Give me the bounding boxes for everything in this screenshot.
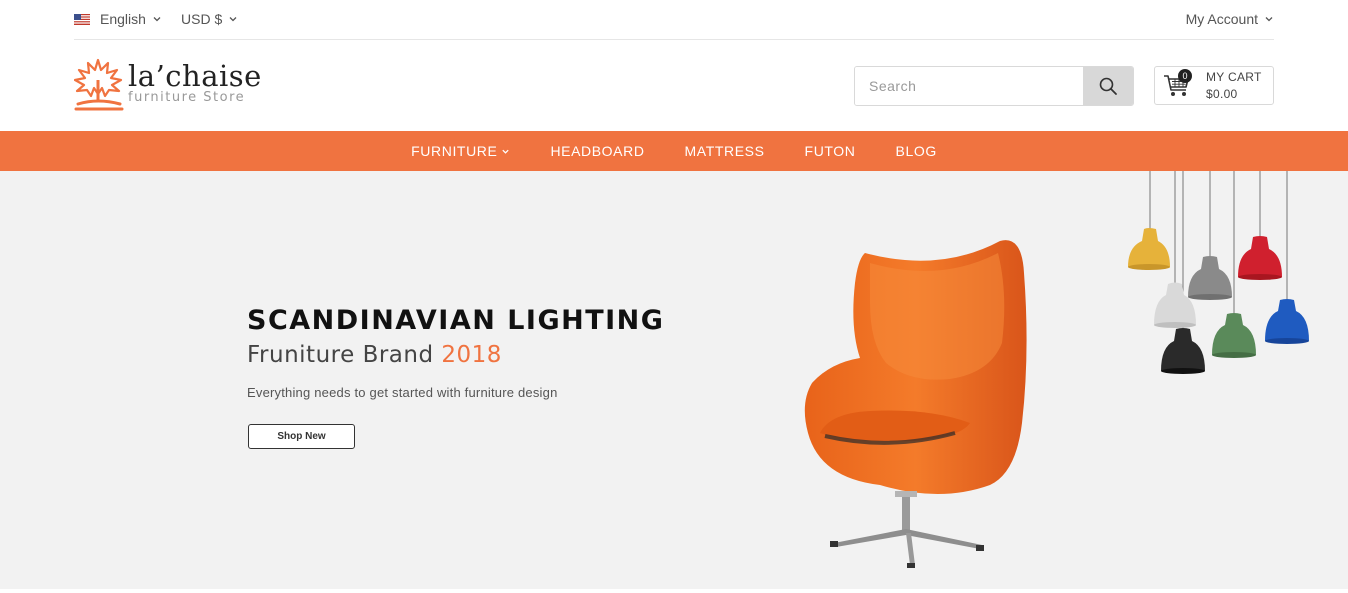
shop-new-button[interactable]: Shop New	[248, 424, 355, 449]
page-bottom-gap	[0, 589, 1348, 593]
nav-label: FURNITURE	[411, 143, 498, 159]
currency-selector[interactable]: USD $	[181, 11, 238, 27]
hero-title: SCANDINAVIAN LIGHTING	[247, 305, 665, 336]
us-flag-icon	[74, 13, 90, 25]
hero-description: Everything needs to get started with fur…	[247, 385, 558, 400]
nav-label: HEADBOARD	[550, 143, 645, 159]
main-nav: FURNITURE HEADBOARD MATTRESS FUTON BLOG	[0, 131, 1348, 171]
language-label: English	[100, 11, 146, 27]
cart-icon-wrap: 0	[1155, 67, 1199, 104]
nav-item-futon[interactable]: FUTON	[805, 143, 856, 159]
chevron-down-icon	[229, 17, 237, 22]
search-button[interactable]	[1083, 67, 1133, 105]
nav-item-mattress[interactable]: MATTRESS	[685, 143, 765, 159]
my-account-menu[interactable]: My Account	[1186, 11, 1274, 27]
nav-item-headboard[interactable]: HEADBOARD	[550, 143, 644, 159]
nav-label: FUTON	[804, 143, 856, 159]
nav-label: MATTRESS	[684, 143, 765, 159]
nav-item-blog[interactable]: BLOG	[896, 143, 937, 159]
pendant-lamps-image	[1128, 171, 1309, 374]
hero-subtitle: Fruniture Brand 2018	[247, 342, 502, 368]
chevron-down-icon	[153, 17, 161, 22]
chevron-down-icon	[1265, 17, 1273, 22]
cart-count-badge: 0	[1178, 69, 1192, 83]
language-selector[interactable]: English	[74, 11, 162, 27]
logo-tagline: furniture Store	[128, 90, 246, 105]
logo-name: la’chaise	[128, 59, 262, 93]
hero-banner: SCANDINAVIAN LIGHTING Fruniture Brand 20…	[0, 171, 1348, 589]
currency-label: USD $	[181, 11, 223, 27]
search-input[interactable]	[855, 67, 1083, 105]
logo-text: la’chaise furniture Store	[128, 58, 262, 105]
cart-summary: MY CART $0.00	[1206, 69, 1262, 103]
logo-icon	[74, 58, 124, 111]
chevron-down-icon	[502, 149, 510, 154]
cart-total: $0.00	[1206, 86, 1238, 101]
cart-label: MY CART	[1206, 69, 1262, 84]
site-logo[interactable]: la’chaise furniture Store	[74, 58, 262, 112]
my-account-label: My Account	[1185, 11, 1258, 27]
search-icon	[1099, 77, 1117, 95]
nav-item-furniture[interactable]: FURNITURE	[411, 143, 510, 159]
nav-label: BLOG	[895, 143, 937, 159]
hero-subtitle-accent: 2018	[441, 342, 502, 368]
search-bar	[854, 66, 1134, 106]
egg-chair-image	[804, 240, 1027, 568]
top-bar: English USD $ My Account	[74, 0, 1274, 40]
mini-cart[interactable]: 0 MY CART $0.00	[1154, 66, 1274, 105]
hero-subtitle-text: Fruniture Brand	[247, 342, 442, 368]
